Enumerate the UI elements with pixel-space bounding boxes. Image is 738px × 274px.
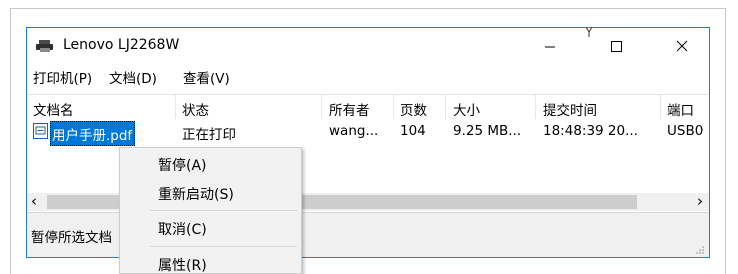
menu-bar: 打印机(P) 文档(D) 查看(V) <box>27 64 709 88</box>
context-menu: 暂停(A) 重新启动(S) 取消(C) 属性(R) <box>119 147 302 274</box>
column-header-owner[interactable]: 所有者 <box>329 99 370 119</box>
status-text: 暂停所选文档 <box>31 230 112 246</box>
column-divider[interactable] <box>393 95 394 119</box>
column-header-pages[interactable]: 页数 <box>400 99 427 119</box>
job-status: 正在打印 <box>182 127 236 143</box>
column-divider[interactable] <box>660 95 661 119</box>
job-port: USB0 <box>667 123 704 139</box>
printer-icon <box>36 40 53 52</box>
column-divider[interactable] <box>535 95 536 119</box>
close-icon <box>676 40 688 52</box>
context-cancel[interactable]: 取消(C) <box>158 219 207 239</box>
column-divider[interactable] <box>175 95 176 119</box>
resize-grip-icon[interactable] <box>695 245 705 255</box>
job-size: 9.25 MB... <box>453 123 522 139</box>
document-icon <box>33 123 48 139</box>
job-submitted: 18:48:39 20... <box>543 123 638 139</box>
column-header: 文档名 状态 所有者 页数 大小 提交时间 端口 <box>27 94 709 119</box>
job-name[interactable]: 用户手册.pdf <box>50 121 136 146</box>
context-restart[interactable]: 重新启动(S) <box>158 184 234 204</box>
minimize-icon <box>545 46 555 48</box>
column-divider[interactable] <box>445 95 446 119</box>
column-header-status[interactable]: 状态 <box>182 99 209 119</box>
menu-separator <box>150 246 297 247</box>
close-button[interactable] <box>659 28 705 64</box>
minimize-button[interactable] <box>527 28 573 64</box>
column-header-submitted[interactable]: 提交时间 <box>543 99 597 119</box>
job-pages: 104 <box>400 123 426 139</box>
column-header-document-name[interactable]: 文档名 <box>33 99 74 119</box>
menu-printer[interactable]: 打印机(P) <box>33 67 92 87</box>
table-row[interactable]: 用户手册.pdf 正在打印 wang... 104 9.25 MB... 18:… <box>27 120 709 146</box>
title-bar[interactable]: Lenovo LJ2268W <box>27 28 709 64</box>
column-divider[interactable] <box>321 95 322 119</box>
context-pause[interactable]: 暂停(A) <box>158 155 207 175</box>
scroll-left-arrow-icon[interactable]: ‹ <box>31 192 37 210</box>
job-owner: wang... <box>329 123 379 139</box>
menu-document[interactable]: 文档(D) <box>109 67 157 87</box>
scroll-right-arrow-icon[interactable]: › <box>697 192 703 210</box>
menu-separator <box>150 210 297 211</box>
column-header-size[interactable]: 大小 <box>453 99 480 119</box>
context-properties[interactable]: 属性(R) <box>158 255 207 274</box>
window-title: Lenovo LJ2268W <box>63 37 180 53</box>
menu-view[interactable]: 查看(V) <box>183 67 230 87</box>
maximize-icon <box>611 41 622 52</box>
cursor-icon <box>585 26 593 37</box>
maximize-button[interactable] <box>593 28 639 64</box>
column-header-port[interactable]: 端口 <box>667 99 694 119</box>
